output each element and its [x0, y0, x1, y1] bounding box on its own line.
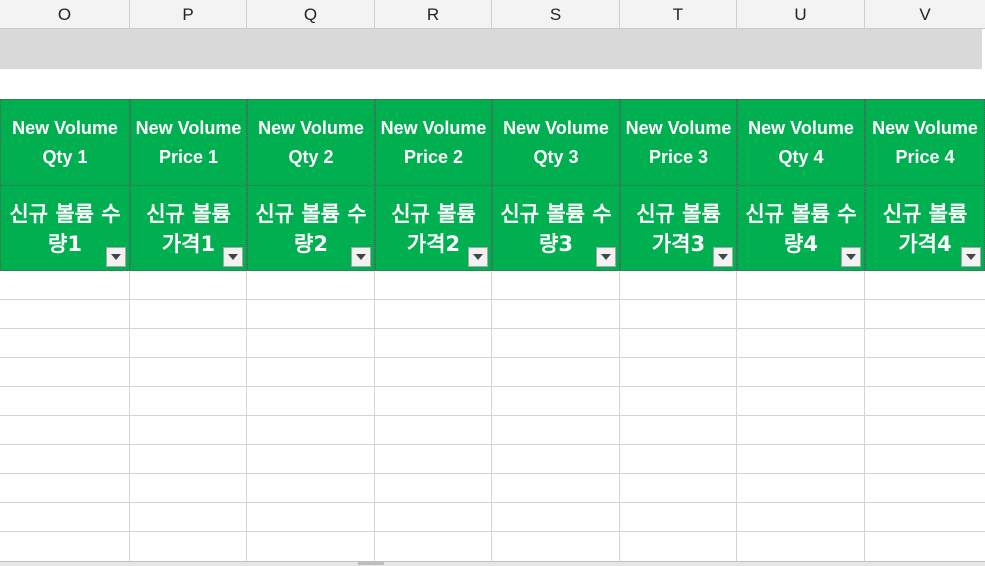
chevron-down-icon	[473, 254, 483, 260]
filter-dropdown-button[interactable]	[223, 247, 243, 267]
header-label-en: New Volume Qty 1	[1, 100, 129, 186]
gridline-horizontal	[0, 357, 985, 358]
header-cell-new-volume-price-4[interactable]: New Volume Price 4 신규 볼륨 가격4	[865, 99, 985, 271]
header-cell-new-volume-qty-1[interactable]: New Volume Qty 1 신규 볼륨 수량1	[0, 99, 130, 271]
empty-cell-grid[interactable]	[0, 271, 985, 561]
filter-dropdown-button[interactable]	[841, 247, 861, 267]
gridline-vertical	[246, 271, 247, 561]
chevron-down-icon	[601, 254, 611, 260]
header-cell-new-volume-price-1[interactable]: New Volume Price 1 신규 볼륨 가격1	[130, 99, 247, 271]
header-cell-new-volume-qty-3[interactable]: New Volume Qty 3 신규 볼륨 수량3	[492, 99, 620, 271]
column-header-t[interactable]: T	[620, 0, 737, 28]
header-label-en: New Volume Qty 4	[738, 100, 864, 186]
column-header-row: O P Q R S T U V	[0, 0, 985, 29]
gridline-vertical	[864, 271, 865, 561]
chevron-down-icon	[356, 254, 366, 260]
header-label-en: New Volume Qty 3	[493, 100, 619, 186]
header-label-en: New Volume Qty 2	[248, 100, 374, 186]
chevron-down-icon	[966, 254, 976, 260]
gridline-horizontal	[0, 386, 985, 387]
gridline-horizontal	[0, 328, 985, 329]
gridline-horizontal	[0, 502, 985, 503]
column-header-u[interactable]: U	[737, 0, 865, 28]
gridline-horizontal	[0, 473, 985, 474]
filter-dropdown-button[interactable]	[596, 247, 616, 267]
gray-filler-row[interactable]	[0, 29, 982, 69]
chevron-down-icon	[111, 254, 121, 260]
header-label-en: New Volume Price 4	[866, 100, 984, 186]
filter-dropdown-button[interactable]	[468, 247, 488, 267]
column-header-r[interactable]: R	[375, 0, 492, 28]
gridline-horizontal	[0, 415, 985, 416]
header-cell-new-volume-price-2[interactable]: New Volume Price 2 신규 볼륨 가격2	[375, 99, 492, 271]
gridline-horizontal	[0, 299, 985, 300]
chevron-down-icon	[718, 254, 728, 260]
gridline-vertical	[129, 271, 130, 561]
horizontal-scrollbar[interactable]	[0, 561, 985, 566]
header-cell-new-volume-qty-2[interactable]: New Volume Qty 2 신규 볼륨 수량2	[247, 99, 375, 271]
chevron-down-icon	[846, 254, 856, 260]
gridline-horizontal	[0, 444, 985, 445]
header-label-en: New Volume Price 2	[376, 100, 491, 186]
column-header-o[interactable]: O	[0, 0, 130, 28]
column-header-q[interactable]: Q	[247, 0, 375, 28]
column-header-v[interactable]: V	[865, 0, 985, 28]
header-cell-new-volume-qty-4[interactable]: New Volume Qty 4 신규 볼륨 수량4	[737, 99, 865, 271]
filter-dropdown-button[interactable]	[106, 247, 126, 267]
filter-dropdown-button[interactable]	[351, 247, 371, 267]
chevron-down-icon	[228, 254, 238, 260]
header-label-en: New Volume Price 3	[621, 100, 736, 186]
gridline-horizontal	[0, 531, 985, 532]
column-header-s[interactable]: S	[492, 0, 620, 28]
header-cell-new-volume-price-3[interactable]: New Volume Price 3 신규 볼륨 가격3	[620, 99, 737, 271]
gridline-vertical	[619, 271, 620, 561]
filter-dropdown-button[interactable]	[713, 247, 733, 267]
gridline-vertical	[491, 271, 492, 561]
column-header-p[interactable]: P	[130, 0, 247, 28]
gridline-vertical	[374, 271, 375, 561]
gridline-vertical	[736, 271, 737, 561]
filter-dropdown-button[interactable]	[961, 247, 981, 267]
header-label-en: New Volume Price 1	[131, 100, 246, 186]
